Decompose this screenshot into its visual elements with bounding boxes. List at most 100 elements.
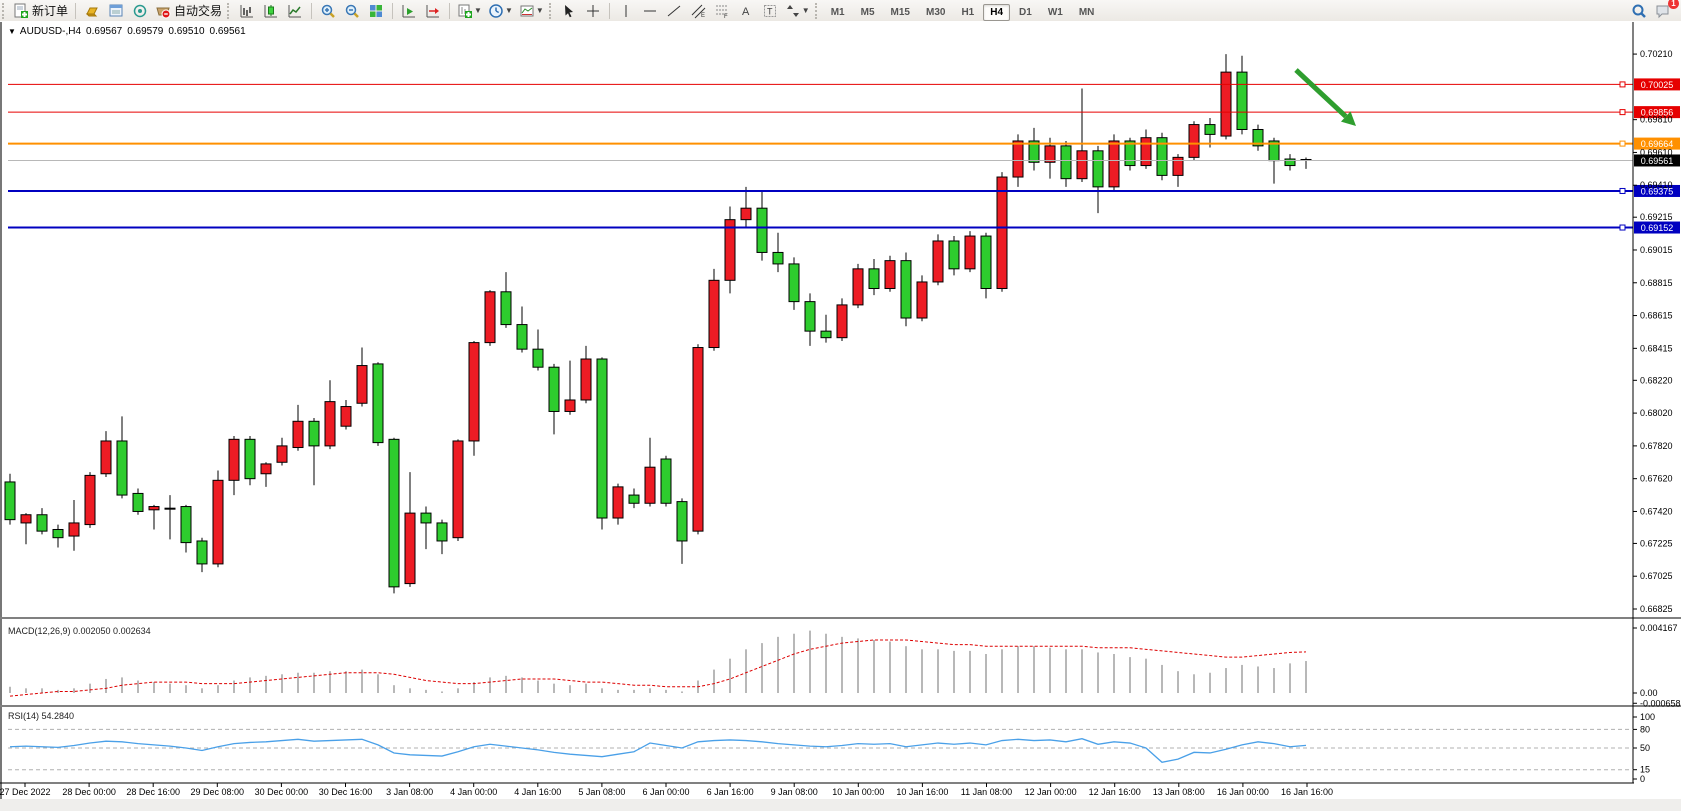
low-value: 0.69510 [168,26,204,37]
zoom-out-button[interactable] [341,2,363,20]
vertical-line-tool-button[interactable] [615,2,637,20]
candle [869,269,879,289]
market-watch-button[interactable] [81,2,103,20]
svg-text:F: F [724,14,728,19]
candle [917,282,927,318]
candle [613,487,623,518]
candle [229,439,239,480]
auto-scroll-icon [401,3,417,19]
candle [261,464,271,474]
toolbar: 新订单 自动交易 [0,0,1681,22]
arrows-tool-button[interactable]: ▼ [783,2,812,20]
toolbar-drag-handle[interactable] [227,3,233,19]
text-tool-button[interactable]: A [735,2,757,20]
toolbar-drag-handle[interactable] [815,3,821,19]
new-order-button[interactable]: 新订单 [11,2,70,20]
open-value: 0.69567 [86,26,122,37]
text-icon: A [738,3,754,19]
macd-axis-label: 0.00 [1640,688,1658,698]
timeframe-h4[interactable]: H4 [983,4,1010,21]
new-order-icon [13,3,29,19]
price-chart[interactable]: 0.700250.698560.696640.695610.693750.691… [0,21,1681,811]
candle [293,421,303,447]
signal-button[interactable] [129,2,151,20]
candle [277,446,287,462]
zoom-out-icon [344,3,360,19]
candle [437,523,447,541]
line-chart-button[interactable] [284,2,306,20]
line-handle[interactable] [1620,110,1625,115]
rsi-label: RSI(14) 54.2840 [8,711,74,721]
timeframe-w1[interactable]: W1 [1041,4,1070,21]
horizontal-line-icon [642,3,658,19]
notifications-button[interactable]: 1 [1652,2,1674,20]
search-button[interactable] [1628,2,1650,20]
candle [21,515,31,523]
new-chart-button[interactable]: ▼ [455,2,484,20]
candle [149,507,159,510]
timeframe-m30[interactable]: M30 [919,4,952,21]
candle [1077,151,1087,179]
time-axis-label: 16 Jan 16:00 [1281,787,1333,797]
toolbar-drag-handle[interactable] [549,3,555,19]
arrows-icon [785,3,801,19]
price-axis-label: 0.68815 [1640,278,1673,288]
symbol-period-label: AUDUSD-,H4 [20,26,81,37]
candle [37,515,47,531]
time-axis-label: 4 Jan 16:00 [514,787,561,797]
text-label-tool-button[interactable]: T [759,2,781,20]
candlestick-chart-button[interactable] [260,2,282,20]
channel-tool-button[interactable]: E [687,2,709,20]
line-handle[interactable] [1620,188,1625,193]
timeframe-d1[interactable]: D1 [1012,4,1039,21]
zoom-in-icon [320,3,336,19]
collapse-triangle-icon[interactable]: ▼ [8,27,16,36]
periods-button[interactable]: ▼ [486,2,515,20]
autotrade-button[interactable]: 自动交易 [153,2,224,20]
candle [453,441,463,538]
trendline-tool-button[interactable] [663,2,685,20]
line-handle[interactable] [1620,82,1625,87]
gold-icon [84,3,100,19]
timeframe-m15[interactable]: M15 [884,4,917,21]
time-axis-label: 30 Dec 16:00 [319,787,373,797]
time-axis-label: 13 Jan 08:00 [1153,787,1205,797]
line-handle[interactable] [1620,225,1625,230]
tile-windows-button[interactable] [365,2,387,20]
time-axis-label: 29 Dec 08:00 [191,787,245,797]
line-handle[interactable] [1620,141,1625,146]
price-axis-label: 0.67225 [1640,538,1673,548]
time-axis-label: 10 Jan 00:00 [832,787,884,797]
candle [165,508,175,509]
candle [181,507,191,543]
price-axis-label: 0.69810 [1640,115,1673,125]
candle [693,348,703,532]
templates-button[interactable]: ▼ [517,2,546,20]
timeframe-m1[interactable]: M1 [824,4,852,21]
price-axis-label: 0.69610 [1640,147,1673,157]
timeframe-h1[interactable]: H1 [954,4,981,21]
candle [981,236,991,288]
bar-chart-button[interactable] [236,2,258,20]
candle [773,252,783,263]
timeframe-m5[interactable]: M5 [854,4,882,21]
chevron-down-icon: ▼ [536,6,544,15]
time-axis-label: 10 Jan 16:00 [896,787,948,797]
timeframe-mn[interactable]: MN [1072,4,1102,21]
auto-scroll-button[interactable] [398,2,420,20]
price-level-badge-label: 0.69561 [1641,156,1674,166]
toolbar-drag-handle[interactable] [2,3,8,19]
horizontal-line-tool-button[interactable] [639,2,661,20]
zoom-in-button[interactable] [317,2,339,20]
crosshair-tool-button[interactable] [582,2,604,20]
time-axis-label: 12 Jan 00:00 [1025,787,1077,797]
cursor-tool-button[interactable] [558,2,580,20]
macd-label: MACD(12,26,9) 0.002050 0.002634 [8,626,151,636]
candle [517,325,527,350]
time-axis-label: 4 Jan 00:00 [450,787,497,797]
candle [805,302,815,332]
high-value: 0.69579 [127,26,163,37]
chart-shift-button[interactable] [422,2,444,20]
data-window-button[interactable] [105,2,127,20]
fibonacci-tool-button[interactable]: F [711,2,733,20]
